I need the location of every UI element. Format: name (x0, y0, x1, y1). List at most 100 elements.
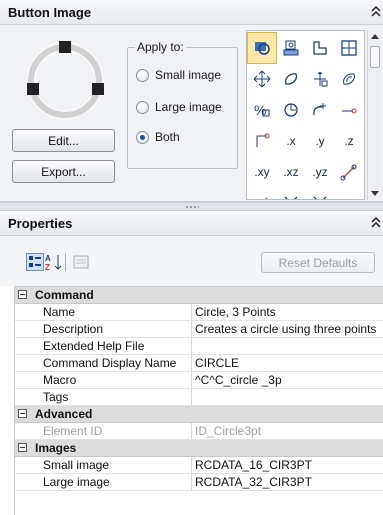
categorized-view-icon[interactable] (26, 253, 44, 271)
sort-az-icon[interactable]: A Z (45, 253, 63, 271)
category-images[interactable]: Images (15, 440, 383, 457)
category-command[interactable]: Command (15, 287, 383, 304)
axis-corner-icon[interactable] (248, 126, 276, 156)
property-name: Large image (15, 474, 192, 490)
svg-text:Z: Z (45, 263, 50, 271)
export-button[interactable]: Export... (12, 160, 115, 183)
grip-icon (185, 206, 199, 208)
button-image-panel: Apply to: Small image Large image Both E… (0, 25, 383, 202)
category-advanced[interactable]: Advanced (15, 406, 383, 423)
property-name: Command Display Name (15, 355, 192, 371)
circle-preview-icon (26, 41, 104, 120)
radio-circle[interactable] (136, 68, 149, 82)
filter-yz-label: .yz (312, 165, 328, 179)
radio-circle[interactable] (136, 100, 149, 114)
property-row-macro[interactable]: Macro ^C^C_circle _3p (15, 372, 383, 389)
property-row-display-name[interactable]: Command Display Name CIRCLE (15, 355, 383, 372)
edit-button[interactable]: Edit... (12, 129, 115, 152)
property-name: Small image (15, 457, 192, 473)
collapse-minus-icon[interactable] (18, 409, 27, 418)
print-preview-icon[interactable] (277, 33, 305, 63)
percent-scale-icon[interactable]: % (248, 95, 276, 125)
property-name: Extended Help File (15, 338, 192, 354)
filter-y-label: .y (315, 134, 325, 148)
property-value[interactable]: RCDATA_32_CIR3PT (195, 474, 383, 490)
property-row-element-id: Element ID ID_Circle3pt (15, 423, 383, 440)
scroll-up-icon[interactable] (371, 34, 379, 39)
filter-yz-icon[interactable]: .yz (306, 157, 334, 187)
collapse-icon[interactable] (371, 217, 381, 229)
button-image-title: Button Image (8, 5, 92, 20)
toolbar-separator (65, 253, 66, 271)
properties-header[interactable]: Properties (0, 211, 383, 236)
property-row-description[interactable]: Description Creates a circle using three… (15, 321, 383, 338)
property-name: Name (15, 304, 192, 320)
property-value[interactable]: Circle, 3 Points (195, 304, 383, 320)
property-name: Description (15, 321, 192, 337)
property-grid: Command Name Circle, 3 Points Descriptio… (14, 286, 383, 515)
reset-defaults-button[interactable]: Reset Defaults (261, 252, 375, 273)
category-label: Advanced (35, 407, 93, 421)
icon-grid-scrollbar[interactable] (367, 30, 381, 200)
property-name: Tags (15, 389, 192, 405)
offset-shape-icon[interactable] (335, 64, 363, 94)
property-pages-icon[interactable] (72, 253, 90, 271)
filter-x-icon[interactable]: .x (277, 126, 305, 156)
filter-xy-icon[interactable]: .xy (248, 157, 276, 187)
small-image-radio[interactable]: Small image (136, 66, 221, 84)
apply-to-group: Apply to: Small image Large image Both (127, 40, 238, 169)
property-row-help-file[interactable]: Extended Help File (15, 338, 383, 355)
property-row-tags[interactable]: Tags (15, 389, 383, 406)
svg-text:A: A (45, 254, 51, 263)
snap-cross-icon[interactable] (277, 188, 305, 199)
rotate-circle-icon[interactable] (277, 95, 305, 125)
large-image-radio[interactable]: Large image (136, 98, 222, 116)
filter-xy-label: .xy (254, 165, 270, 179)
property-value[interactable]: RCDATA_16_CIR3PT (195, 457, 383, 473)
property-row-large-image[interactable]: Large image RCDATA_32_CIR3PT (15, 474, 383, 491)
radio-circle[interactable] (136, 130, 149, 144)
panel-splitter[interactable] (0, 202, 383, 211)
category-label: Command (35, 288, 94, 302)
property-row-small-image[interactable]: Small image RCDATA_16_CIR3PT (15, 457, 383, 474)
collapse-minus-icon[interactable] (18, 443, 27, 452)
image-icon-grid: % .x .y .z .xy .xz .yz (246, 30, 365, 200)
apply-to-legend: Apply to: (135, 40, 186, 54)
property-value[interactable]: Creates a circle using three points (195, 321, 383, 337)
property-row-name[interactable]: Name Circle, 3 Points (15, 304, 383, 321)
snap-dash-icon[interactable] (335, 188, 363, 199)
filter-y-icon[interactable]: .y (306, 126, 334, 156)
properties-title: Properties (8, 216, 73, 231)
line-endpoint-icon[interactable] (335, 157, 363, 187)
scroll-thumb[interactable] (370, 46, 380, 68)
circle-3pt-icon[interactable] (247, 32, 277, 64)
collapse-icon[interactable] (371, 6, 381, 18)
category-label: Images (35, 441, 77, 455)
property-value: ID_Circle3pt (195, 424, 262, 438)
scroll-down-icon[interactable] (371, 191, 379, 196)
snap-line-icon[interactable] (248, 188, 276, 199)
table-grid-icon[interactable] (335, 33, 363, 63)
filter-xz-label: .xz (283, 165, 299, 179)
rotate-shape-icon[interactable] (277, 64, 305, 94)
collapse-minus-icon[interactable] (18, 290, 27, 299)
property-value[interactable] (195, 338, 383, 354)
move-arrows-icon[interactable] (248, 64, 276, 94)
line-point-icon[interactable] (335, 95, 363, 125)
radio-label: Both (155, 130, 180, 144)
both-radio[interactable]: Both (136, 128, 180, 146)
polyline-icon[interactable] (306, 33, 334, 63)
filter-xz-icon[interactable]: .xz (277, 157, 305, 187)
filter-z-label: .z (344, 134, 354, 148)
filter-x-label: .x (286, 134, 296, 148)
copy-arrows-icon[interactable] (306, 64, 334, 94)
snap-intersect-icon[interactable] (306, 188, 334, 199)
property-value[interactable]: ^C^C_circle _3p (195, 372, 383, 388)
stretch-shape-icon[interactable] (306, 95, 334, 125)
property-name: Element ID (15, 423, 192, 439)
button-image-header[interactable]: Button Image (0, 0, 383, 25)
property-value[interactable]: CIRCLE (195, 355, 383, 371)
property-value[interactable] (195, 389, 383, 405)
filter-z-icon[interactable]: .z (335, 126, 363, 156)
radio-label: Large image (155, 100, 222, 114)
